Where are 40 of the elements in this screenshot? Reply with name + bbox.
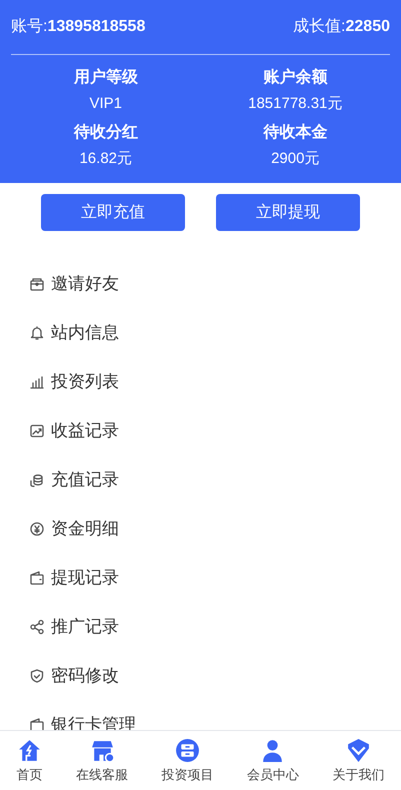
action-button[interactable]: 立即提现 [216,194,360,231]
stat-label: 待收本金 [263,122,328,143]
tab-item[interactable]: 会员中心 [246,738,299,784]
chevron-badge-icon [346,738,371,763]
tab-item[interactable]: 在线客服 [76,738,128,784]
share-icon [29,618,45,634]
menu-item[interactable]: 提现记录 [0,553,401,602]
stat-label: 账户余额 [263,67,328,88]
home-icon [17,738,42,763]
store-icon [90,738,115,763]
menu-item[interactable]: 资金明细 [0,504,401,553]
stat-value: 16.82元 [79,149,132,169]
menu-item[interactable]: 充值记录 [0,455,401,504]
action-button[interactable]: 立即充值 [41,194,185,231]
growth-value: 22850 [346,17,390,37]
drawer-icon [174,738,200,763]
menu-item[interactable]: 邀请好友 [0,259,401,308]
stat-value: VIP1 [89,94,122,114]
wallet-icon [29,570,45,586]
stat-label: 待收分红 [74,122,138,143]
yen-coin-icon [29,520,45,536]
account-number: 13895818558 [47,17,146,37]
trend-icon [29,422,45,438]
bar-chart-icon [29,374,45,390]
menu-item[interactable]: 密码修改 [0,651,401,700]
tab-item[interactable]: 首页 [16,738,43,784]
tab-item[interactable]: 关于我们 [332,738,384,784]
stat-value: 1851778.31元 [248,94,342,114]
menu-item[interactable]: 投资列表 [0,357,401,406]
bell-icon [29,324,45,340]
coins-icon [29,472,45,488]
shield-icon [29,668,45,684]
tab-item[interactable]: 投资项目 [161,738,214,784]
stat-value: 2900元 [271,149,320,169]
account-label: 账号: [11,17,48,37]
menu-item[interactable]: 推广记录 [0,602,401,651]
growth-label: 成长值: [293,16,346,37]
menu-item[interactable]: 站内信息 [0,308,401,357]
menu-item[interactable]: 收益记录 [0,406,401,455]
stat-label: 用户等级 [74,67,138,88]
